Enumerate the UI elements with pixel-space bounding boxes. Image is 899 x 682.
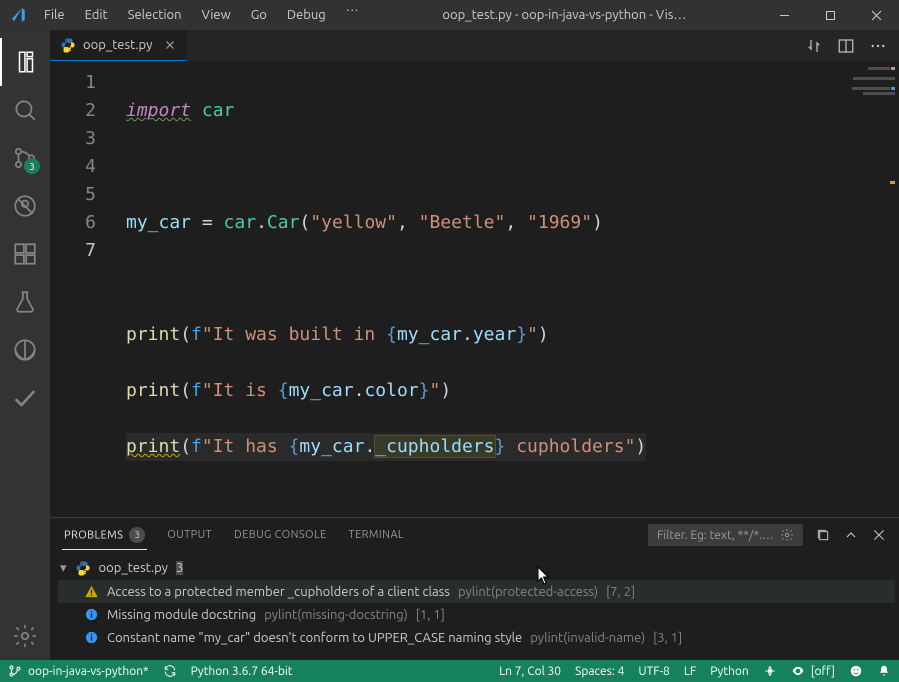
python-file-icon [60,37,76,53]
window-controls [761,0,899,30]
activity-extensions[interactable] [0,230,50,278]
status-eol[interactable]: LF [684,665,696,678]
minimize-button[interactable] [761,0,807,30]
activity-liveshare[interactable] [0,326,50,374]
status-cursor-pos[interactable]: Ln 7, Col 30 [499,665,561,678]
activity-scm[interactable]: 3 [0,134,50,182]
menu-selection[interactable]: Selection [119,0,191,30]
more-actions-icon[interactable] [869,37,887,55]
problems-count-badge: 3 [129,527,145,543]
panel-close-icon[interactable] [871,527,887,543]
menu-debug[interactable]: Debug [278,0,335,30]
status-python[interactable]: Python 3.6.7 64-bit [191,665,293,678]
filter-placeholder: Filter. Eg: text, **/*.… [657,529,774,542]
status-feedback-icon[interactable] [849,664,863,678]
status-live-preview-icon[interactable] [763,664,777,678]
panel-maximize-icon[interactable] [843,527,859,543]
menu-go[interactable]: Go [242,0,276,30]
menu-file[interactable]: File [35,0,74,30]
python-file-icon [75,560,91,576]
problems-file-count: 3 [176,561,183,575]
vscode-logo-icon [0,6,35,24]
info-icon [84,607,99,622]
chevron-down-icon: ▾ [60,561,67,576]
problems-file-name: oop_test.py [99,561,168,575]
collapse-all-icon[interactable] [815,527,831,543]
warning-icon [84,584,99,599]
activity-search[interactable] [0,86,50,134]
status-language[interactable]: Python [710,665,749,678]
code-editor[interactable]: 1 2 3 4 5 6 7 import car my_car = car.Ca… [50,61,899,517]
problems-file-group[interactable]: ▾ oop_test.py 3 [58,556,895,580]
activity-settings[interactable] [0,612,50,660]
bottom-panel: PROBLEMS3 OUTPUT DEBUG CONSOLE TERMINAL … [50,517,899,660]
filter-settings-icon[interactable] [780,528,794,542]
activity-test[interactable] [0,278,50,326]
menu-overflow[interactable]: … [337,0,368,30]
panel-tab-output[interactable]: OUTPUT [165,523,214,547]
compare-changes-icon[interactable] [805,37,823,55]
status-indent[interactable]: Spaces: 4 [575,665,624,678]
problem-row[interactable]: Access to a protected member _cupholders… [58,580,895,603]
editor-tabs: oop_test.py [50,30,899,61]
editor-actions [793,30,899,61]
status-branch[interactable]: oop-in-java-vs-python* [8,664,149,678]
activity-debug[interactable] [0,182,50,230]
maximize-button[interactable] [807,0,853,30]
close-button[interactable] [853,0,899,30]
status-bell-icon[interactable] [877,664,891,678]
panel-tab-problems[interactable]: PROBLEMS3 [62,521,147,550]
activity-check[interactable] [0,374,50,422]
menu-view[interactable]: View [193,0,240,30]
activity-explorer[interactable] [0,38,50,86]
problem-row[interactable]: Missing module docstring pylint(missing-… [58,603,895,626]
panel-tab-debug-console[interactable]: DEBUG CONSOLE [232,523,329,547]
minimap[interactable] [835,67,895,186]
info-icon [84,630,99,645]
status-encoding[interactable]: UTF-8 [638,665,669,678]
code-content: import car my_car = car.Car("yellow", "B… [114,61,646,517]
activity-bar: 3 [0,30,50,660]
status-bar: oop-in-java-vs-python* Python 3.6.7 64-b… [0,660,899,682]
tab-close-icon[interactable] [163,38,177,52]
status-live-share[interactable]: [off] [791,664,835,678]
scm-badge: 3 [24,158,40,174]
panel-tab-terminal[interactable]: TERMINAL [347,523,406,547]
menu-edit[interactable]: Edit [76,0,117,30]
line-gutter: 1 2 3 4 5 6 7 [50,61,114,517]
tab-oop-test[interactable]: oop_test.py [50,30,187,61]
split-editor-icon[interactable] [837,37,855,55]
panel-tabs: PROBLEMS3 OUTPUT DEBUG CONSOLE TERMINAL … [50,518,899,552]
window-title: oop_test.py - oop-in-java-vs-python - Vi… [368,8,761,22]
problems-filter-input[interactable]: Filter. Eg: text, **/*.… [648,524,803,546]
problems-list: ▾ oop_test.py 3 Access to a protected me… [50,552,899,660]
tab-label: oop_test.py [83,38,152,52]
menu-bar: File Edit Selection View Go Debug … [35,0,368,30]
titlebar: File Edit Selection View Go Debug … oop_… [0,0,899,30]
problem-row[interactable]: Constant name "my_car" doesn't conform t… [58,626,895,649]
status-sync[interactable] [163,664,177,678]
